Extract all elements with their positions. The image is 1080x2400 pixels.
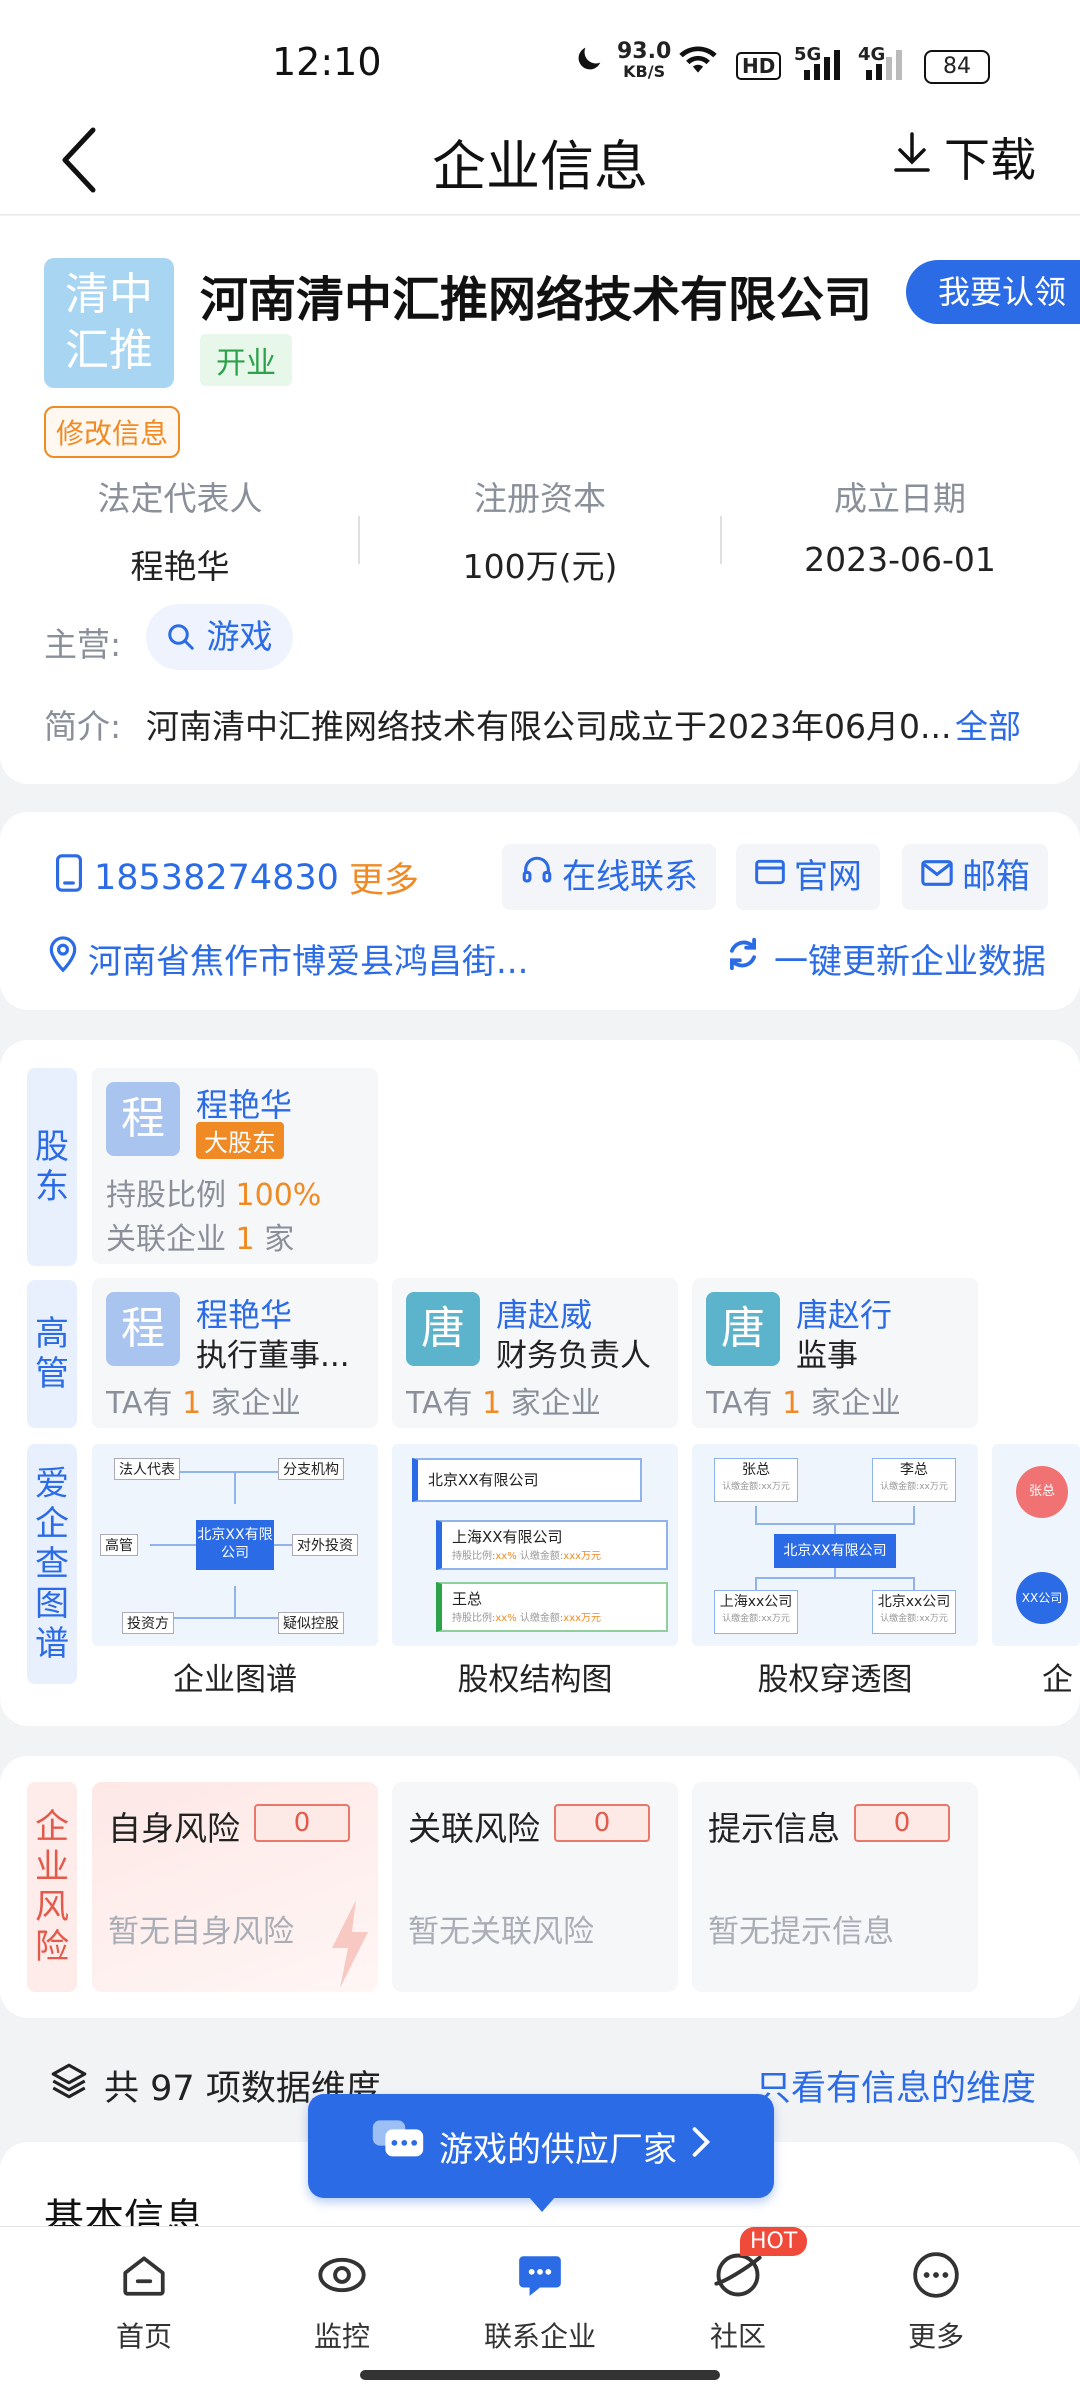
company-logo: 清中 汇推 [44,258,174,388]
equity-penetration-card[interactable]: 张总 认缴金额:xx万元 李总 认缴金额:xx万元 北京XX有限公司 上海xx公司认… [692,1444,978,1646]
location-icon [48,935,78,982]
stat-legal-rep[interactable]: 法定代表人 程艳华 [0,472,360,588]
executive-role: 财务负责人 [496,1338,651,1374]
shareholders-label: 股东 [27,1068,77,1266]
intro-text: 河南清中汇推网络技术有限公司成立于2023年06月0... [146,707,952,746]
phone-icon [54,853,84,902]
promo-pointer [528,2196,556,2212]
download-icon [892,130,932,185]
browser-icon [754,844,786,910]
executive-company-count: TA有 1 家企业 [406,1386,601,1421]
stat-capital: 注册资本 100万(元) [462,479,618,586]
company-name: 河南清中汇推网络技术有限公司 [200,272,873,328]
intro-all-link[interactable]: 全部 [955,700,1021,748]
phone-more-link[interactable]: 更多 [349,852,419,903]
chat-icon [460,2241,620,2309]
related-risk-card[interactable]: 关联风险 0 暂无关联风险 [392,1782,678,1992]
executive-card[interactable]: 程 程艳华 执行董事... TA有 1 家企业 [92,1278,378,1428]
website-button[interactable]: 官网 [736,844,880,910]
phone-row[interactable]: 18538274830 更多 [54,852,419,903]
signal-5g-icon [800,48,842,86]
address-row[interactable]: 河南省焦作市博爱县鸿昌街... [48,934,528,983]
layers-icon [48,2060,90,2111]
only-info-filter[interactable]: 只看有信息的维度 [756,2060,1036,2111]
notice-card[interactable]: 提示信息 0 暂无提示信息 [692,1782,978,1992]
modify-info-button[interactable]: 修改信息 [44,406,181,458]
moon-icon [572,42,606,84]
wifi-icon [676,42,720,84]
headset-icon [520,844,554,910]
hd-badge: HD [736,52,782,80]
status-badge: 开业 [200,334,292,386]
executive-company-count: TA有 1 家企业 [106,1386,301,1421]
lightning-icon [328,1900,372,1992]
executives-label: 高管 [27,1280,77,1428]
avatar: 程 [106,1292,180,1366]
signal-4g-icon [862,48,904,86]
risk-count: 0 [554,1804,650,1842]
avatar: 唐 [706,1292,780,1366]
tab-home[interactable]: 首页 [64,2241,224,2355]
executive-role: 监事 [796,1338,858,1374]
risk-count: 0 [854,1804,950,1842]
refresh-icon [724,935,762,982]
executive-card[interactable]: 唐 唐赵威 财务负责人 TA有 1 家企业 [392,1278,678,1428]
hot-badge: HOT [740,2227,808,2256]
shareholder-card[interactable]: 程 程艳华 大股东 持股比例 100% 关联企业 1 家 [92,1068,378,1264]
clock: 12:10 [272,40,382,84]
mail-icon [920,844,954,910]
status-bar: 12:10 93.0 KB/S HD 5G 4G 84 [0,0,1080,110]
claim-button[interactable]: 我要认领 [906,260,1080,324]
chevron-right-icon [691,2126,711,2167]
battery-indicator: 84 [924,50,990,84]
business-label: 主营: [44,625,122,664]
phone-number: 18538274830 [94,857,339,898]
supplier-promo-button[interactable]: 游戏的供应厂家 [308,2094,774,2198]
online-contact-button[interactable]: 在线联系 [502,844,716,910]
tab-more[interactable]: 更多 [856,2241,1016,2355]
contact-card: 18538274830 更多 在线联系 官网 邮箱 河南省焦作市博爱县鸿昌街..… [0,812,1080,1010]
executive-role: 执行董事... [196,1338,350,1374]
tab-community[interactable]: 社区 [658,2241,818,2355]
shareholder-name: 程艳华 [196,1086,293,1124]
home-indicator [360,2370,720,2380]
executive-company-count: TA有 1 家企业 [706,1386,901,1421]
home-icon [64,2241,224,2309]
executive-card[interactable]: 唐 唐赵行 监事 TA有 1 家企业 [692,1278,978,1428]
avatar: 程 [106,1082,180,1156]
intro-label: 简介: [44,707,122,746]
graph-caption: 股权结构图 [457,1662,613,1698]
search-icon [166,617,207,656]
company-card: 清中 汇推 河南清中汇推网络技术有限公司 开业 我要认领 修改信息 法定代表人 … [0,216,1080,784]
graph-card-partial[interactable]: 张总 XX公司 [992,1444,1080,1646]
download-button[interactable]: 下载 [892,124,1036,190]
enterprise-graph-card[interactable]: 北京XX有限公司 法人代表 分支机构 高管 对外投资 投资方 疑似控股 [92,1444,378,1646]
more-icon [856,2241,1016,2309]
stat-founded: 成立日期 2023-06-01 [804,479,996,579]
major-shareholder-badge: 大股东 [196,1122,284,1159]
nav-bar: 企业信息 下载 [0,110,1080,215]
risk-label: 企业风险 [27,1782,77,1992]
risk-count: 0 [254,1804,350,1842]
email-button[interactable]: 邮箱 [902,844,1048,910]
equity-structure-card[interactable]: 北京XX有限公司 上海XX有限公司 持股比例:xx% 认缴金额:xxx万元 王总… [392,1444,678,1646]
avatar: 唐 [406,1292,480,1366]
self-risk-card[interactable]: 自身风险 0 暂无自身风险 [92,1782,378,1992]
refresh-data-button[interactable]: 一键更新企业数据 [724,934,1046,983]
net-speed: 93.0 KB/S [617,39,672,82]
chat-bubble-icon [371,2118,425,2175]
related-companies: 关联企业 1 家 [106,1222,295,1257]
business-tag[interactable]: 游戏 [146,604,293,670]
shareholding-ratio: 持股比例 100% [106,1178,322,1213]
graph-caption: 股权穿透图 [757,1662,913,1698]
eye-icon [262,2241,422,2309]
tab-monitor[interactable]: 监控 [262,2241,422,2355]
tab-contact-company[interactable]: 联系企业 [460,2241,620,2355]
graph-caption: 企 [1042,1662,1073,1698]
graphs-label: 爱企查图谱 [27,1444,77,1684]
graph-caption: 企业图谱 [173,1662,297,1698]
